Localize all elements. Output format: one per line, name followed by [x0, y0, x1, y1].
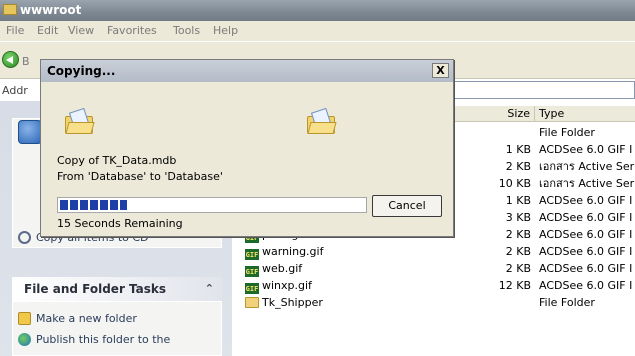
menu-view[interactable]: View: [68, 21, 94, 41]
copy-file-name: Copy of TK_Data.mdb: [57, 154, 177, 167]
column-header-size[interactable]: Size: [455, 106, 535, 122]
file-size-cell: 2 KB: [505, 228, 531, 241]
folder-icon: [3, 4, 17, 15]
gif-file-icon: GIF: [245, 266, 259, 277]
dialog-title: Copying...: [47, 64, 116, 78]
menu-help[interactable]: Help: [213, 21, 238, 41]
file-type-cell: File Folder: [539, 296, 595, 309]
file-size-cell: 12 KB: [498, 279, 531, 292]
file-name-cell[interactable]: GIF web.gif: [245, 260, 445, 277]
gif-file-icon: GIF: [245, 249, 259, 260]
menu-edit[interactable]: Edit: [37, 21, 58, 41]
progress-fill: [60, 200, 127, 210]
folder-icon: [245, 297, 259, 308]
file-size-cell: 10 KB: [498, 177, 531, 190]
file-name: winxp.gif: [262, 279, 312, 292]
file-name-cell[interactable]: GIF warning.gif: [245, 243, 445, 260]
column-header-type[interactable]: Type: [535, 106, 635, 122]
file-type-cell: ACDSee 6.0 GIF I: [539, 211, 633, 224]
file-type-cell: เอกสาร Active Ser: [539, 177, 635, 190]
window-titlebar: wwwroot: [0, 0, 635, 21]
file-name-cell[interactable]: Tk_Shipper: [245, 294, 445, 311]
file-size-cell: 3 KB: [505, 211, 531, 224]
system-tasks-icon: [18, 120, 42, 144]
file-size-cell: [455, 294, 531, 311]
copy-from-to: From 'Database' to 'Database': [57, 170, 223, 183]
file-folder-tasks-header[interactable]: File and Folder Tasks ⌃: [12, 277, 222, 301]
gif-file-icon: GIF: [245, 283, 259, 294]
menu-file[interactable]: File: [6, 21, 24, 41]
copy-icon: [18, 231, 31, 244]
file-type-cell: เอกสาร Active Ser: [539, 160, 635, 173]
file-size-cell: 2 KB: [505, 160, 531, 173]
task-label: Publish this folder to the: [36, 333, 171, 346]
back-button-label[interactable]: B: [22, 55, 30, 68]
task-make-new-folder[interactable]: Make a new folder: [18, 311, 137, 327]
source-folder-icon: [65, 107, 95, 134]
file-type-cell: File Folder: [539, 126, 595, 139]
new-folder-icon: [18, 312, 31, 325]
file-size-cell: [455, 124, 531, 141]
menu-tools[interactable]: Tools: [173, 21, 200, 41]
file-name: Tk_Shipper: [262, 296, 323, 309]
file-size-cell: 2 KB: [505, 262, 531, 275]
file-type-cell: ACDSee 6.0 GIF I: [539, 228, 633, 241]
file-type-cell: ACDSee 6.0 GIF I: [539, 279, 633, 292]
copying-dialog: Copying... X Copy of TK_Data.mdb From 'D…: [40, 59, 454, 237]
progress-bar: [57, 197, 367, 213]
menu-bar: File Edit View Favorites Tools Help: [0, 21, 635, 41]
address-label: Addr: [2, 84, 28, 97]
menu-favorites[interactable]: Favorites: [107, 21, 157, 41]
time-remaining: 15 Seconds Remaining: [57, 217, 183, 230]
file-size-cell: 1 KB: [505, 143, 531, 156]
file-type-cell: ACDSee 6.0 GIF I: [539, 143, 633, 156]
file-type-cell: ACDSee 6.0 GIF I: [539, 194, 633, 207]
file-type-cell: ACDSee 6.0 GIF I: [539, 245, 633, 258]
panel-title: File and Folder Tasks: [24, 282, 167, 296]
destination-folder-icon: [307, 107, 337, 134]
cancel-button[interactable]: Cancel: [372, 195, 442, 217]
task-publish-folder[interactable]: Publish this folder to the: [18, 332, 170, 348]
globe-icon: [18, 333, 31, 346]
file-size-cell: 1 KB: [505, 194, 531, 207]
file-name-cell[interactable]: GIF winxp.gif: [245, 277, 445, 294]
file-name: web.gif: [262, 262, 303, 275]
file-name: warning.gif: [262, 245, 324, 258]
file-size-cell: 2 KB: [505, 245, 531, 258]
back-arrow-icon[interactable]: [2, 51, 19, 68]
collapse-chevron-icon[interactable]: ⌃: [205, 277, 214, 301]
task-label: Make a new folder: [36, 312, 137, 325]
close-button[interactable]: X: [432, 63, 449, 78]
dialog-titlebar[interactable]: Copying... X: [41, 60, 453, 82]
window-title: wwwroot: [20, 3, 82, 17]
file-type-cell: ACDSee 6.0 GIF I: [539, 262, 633, 275]
